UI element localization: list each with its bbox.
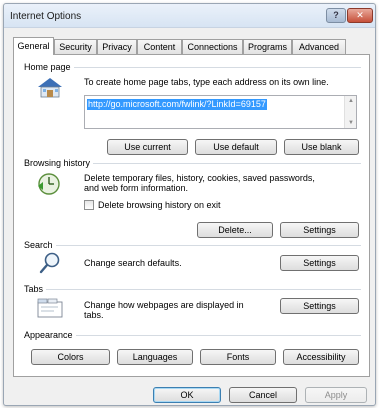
colors-button[interactable]: Colors <box>31 349 110 365</box>
tab-privacy[interactable]: Privacy <box>97 39 137 54</box>
tab-security[interactable]: Security <box>54 39 97 54</box>
browsing-history-label: Browsing history <box>24 158 94 168</box>
search-label: Search <box>24 240 56 250</box>
help-icon: ? <box>333 10 339 20</box>
home-page-url: http://go.microsoft.com/fwlink/?LinkId=6… <box>87 99 267 110</box>
tab-general[interactable]: General <box>13 37 54 55</box>
home-page-divider <box>24 67 361 68</box>
tab-content[interactable]: Content <box>137 39 182 54</box>
internet-options-window: Internet Options ? ✕ General Security Pr… <box>3 3 376 406</box>
house-icon <box>38 78 62 98</box>
close-icon: ✕ <box>356 10 364 20</box>
apply-button[interactable]: Apply <box>305 387 367 403</box>
search-description: Change search defaults. <box>84 258 182 268</box>
tab-programs[interactable]: Programs <box>243 39 292 54</box>
use-current-button[interactable]: Use current <box>107 139 188 155</box>
delete-on-exit-label[interactable]: Delete browsing history on exit <box>98 200 221 211</box>
cancel-button[interactable]: Cancel <box>229 387 297 403</box>
browsing-history-description-2: and web form information. <box>84 183 189 193</box>
home-page-description: To create home page tabs, type each addr… <box>84 77 329 87</box>
ok-button[interactable]: OK <box>153 387 221 403</box>
tab-connections[interactable]: Connections <box>182 39 243 54</box>
tabs-label: Tabs <box>24 284 47 294</box>
search-settings-button[interactable]: Settings <box>280 255 359 271</box>
general-panel: Home page To create home page tabs, type… <box>13 54 370 377</box>
home-page-label: Home page <box>24 62 74 72</box>
close-button[interactable]: ✕ <box>347 8 373 23</box>
home-page-scrollbar[interactable]: ▲ ▼ <box>344 96 356 128</box>
scroll-up-icon[interactable]: ▲ <box>348 98 354 104</box>
title-bar[interactable]: Internet Options ? ✕ <box>4 4 375 28</box>
appearance-label: Appearance <box>24 330 76 340</box>
history-settings-button[interactable]: Settings <box>280 222 359 238</box>
delete-history-button[interactable]: Delete... <box>197 222 273 238</box>
delete-on-exit-checkbox[interactable] <box>84 200 94 210</box>
tabs-description-1: Change how webpages are displayed in <box>84 300 244 310</box>
tabs-divider <box>24 289 361 290</box>
use-blank-button[interactable]: Use blank <box>284 139 359 155</box>
help-button[interactable]: ? <box>326 8 346 23</box>
tabs-description-2: tabs. <box>84 310 104 320</box>
history-clock-icon <box>38 173 60 195</box>
use-default-button[interactable]: Use default <box>195 139 277 155</box>
tab-advanced[interactable]: Advanced <box>292 39 346 54</box>
magnifier-icon <box>39 252 60 274</box>
languages-button[interactable]: Languages <box>117 349 193 365</box>
tabs-window-icon <box>37 298 63 318</box>
tabs-settings-button[interactable]: Settings <box>280 298 359 314</box>
window-title: Internet Options <box>10 11 82 22</box>
search-divider <box>24 245 361 246</box>
scroll-down-icon[interactable]: ▼ <box>348 120 354 126</box>
accessibility-button[interactable]: Accessibility <box>283 349 359 365</box>
home-page-textarea[interactable]: http://go.microsoft.com/fwlink/?LinkId=6… <box>84 95 357 129</box>
fonts-button[interactable]: Fonts <box>200 349 276 365</box>
